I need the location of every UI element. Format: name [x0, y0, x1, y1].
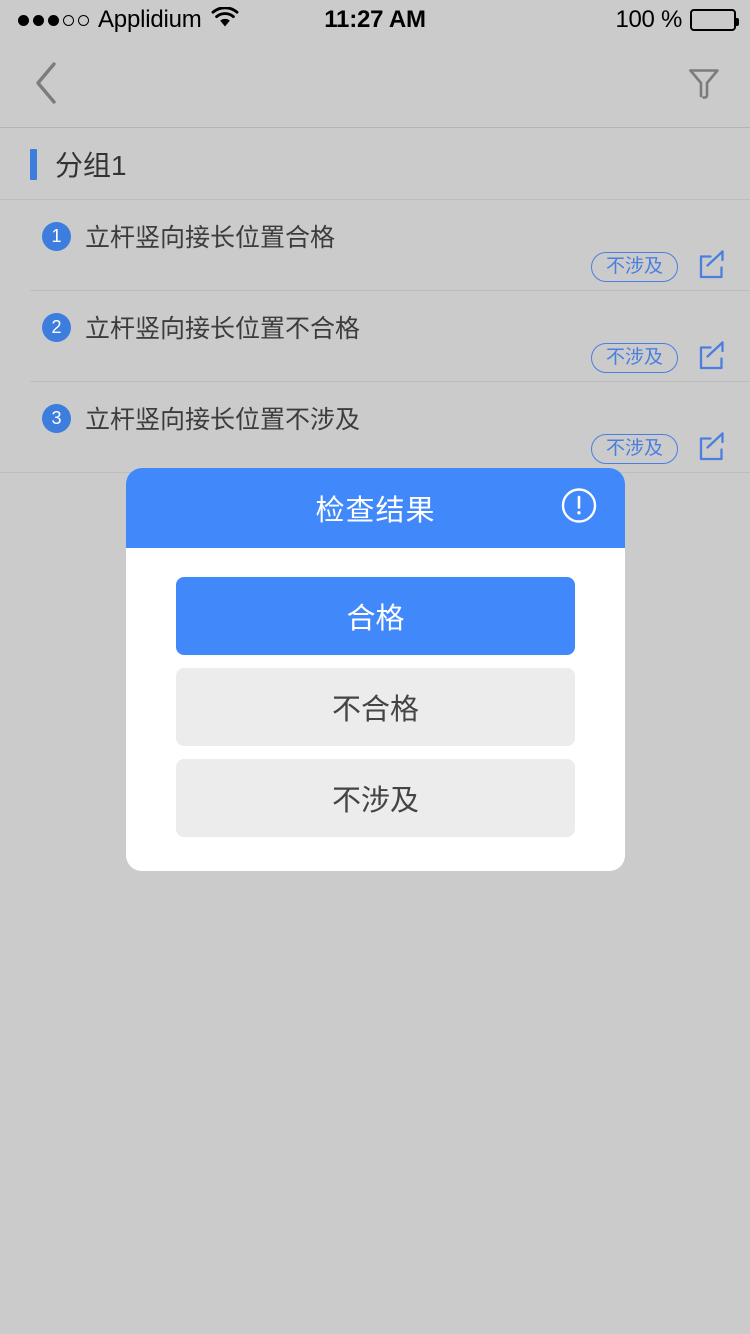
option-unqualified[interactable]: 不合格: [176, 668, 575, 746]
item-number-badge: 3: [42, 403, 71, 433]
checklist-item-label: 立杆竖向接长位置不涉及: [85, 406, 361, 434]
group-accent-bar: [30, 148, 37, 180]
edit-square-icon: [697, 340, 729, 377]
edit-square-icon: [697, 249, 729, 286]
edit-square-icon: [697, 431, 729, 468]
status-bar: Applidium 11:27 AM 100 %: [0, 0, 750, 40]
option-qualified[interactable]: 合格: [176, 577, 575, 655]
checklist-row-main: 2 立杆竖向接长位置不合格: [42, 309, 360, 345]
battery-icon: [690, 9, 739, 31]
option-not-applicable[interactable]: 不涉及: [176, 759, 575, 837]
checklist-row-main: 3 立杆竖向接长位置不涉及: [42, 400, 360, 436]
exclamation-circle-icon[interactable]: [559, 486, 599, 531]
checklist-row-actions: 不涉及: [590, 249, 730, 286]
group-title: 分组1: [55, 150, 127, 181]
status-badge[interactable]: 不涉及: [590, 434, 678, 464]
battery-percent-label: 100 %: [615, 6, 682, 33]
status-badge[interactable]: 不涉及: [590, 343, 678, 373]
checklist-row[interactable]: 1 立杆竖向接长位置合格 不涉及: [0, 200, 750, 291]
checklist-row-main: 1 立杆竖向接长位置合格: [42, 218, 335, 254]
dialog-header: 检查结果: [126, 468, 625, 548]
funnel-filter-icon: [687, 65, 721, 106]
back-button[interactable]: [16, 56, 76, 114]
checklist-row[interactable]: 3 立杆竖向接长位置不涉及 不涉及: [0, 382, 750, 473]
item-number-badge: 1: [42, 221, 71, 251]
dialog-options: 合格 不合格 不涉及: [126, 548, 625, 871]
checklist-item-label: 立杆竖向接长位置不合格: [85, 315, 361, 343]
edit-button[interactable]: [696, 431, 730, 468]
dialog-title: 检查结果: [315, 495, 436, 527]
chevron-left-icon: [33, 61, 59, 110]
checklist-row-actions: 不涉及: [590, 340, 730, 377]
navigation-bar: [0, 40, 750, 128]
group-header: 分组1: [0, 129, 750, 200]
status-badge[interactable]: 不涉及: [590, 252, 678, 282]
checklist-row[interactable]: 2 立杆竖向接长位置不合格 不涉及: [0, 291, 750, 382]
checklist-row-actions: 不涉及: [590, 431, 730, 468]
checklist: 1 立杆竖向接长位置合格 不涉及 2 立杆竖向接长位置不合格 不涉及 3 立杆竖…: [0, 200, 750, 473]
item-number-badge: 2: [42, 312, 71, 342]
inspection-result-dialog: 检查结果 合格 不合格 不涉及: [126, 468, 625, 871]
phone-screen: Applidium 11:27 AM 100 % 分组1 1 立杆竖向接长位置合…: [0, 0, 750, 1334]
edit-button[interactable]: [696, 249, 730, 286]
status-bar-right: 100 %: [615, 6, 739, 34]
checklist-item-label: 立杆竖向接长位置合格: [85, 224, 336, 252]
edit-button[interactable]: [696, 340, 730, 377]
filter-button[interactable]: [674, 56, 734, 114]
